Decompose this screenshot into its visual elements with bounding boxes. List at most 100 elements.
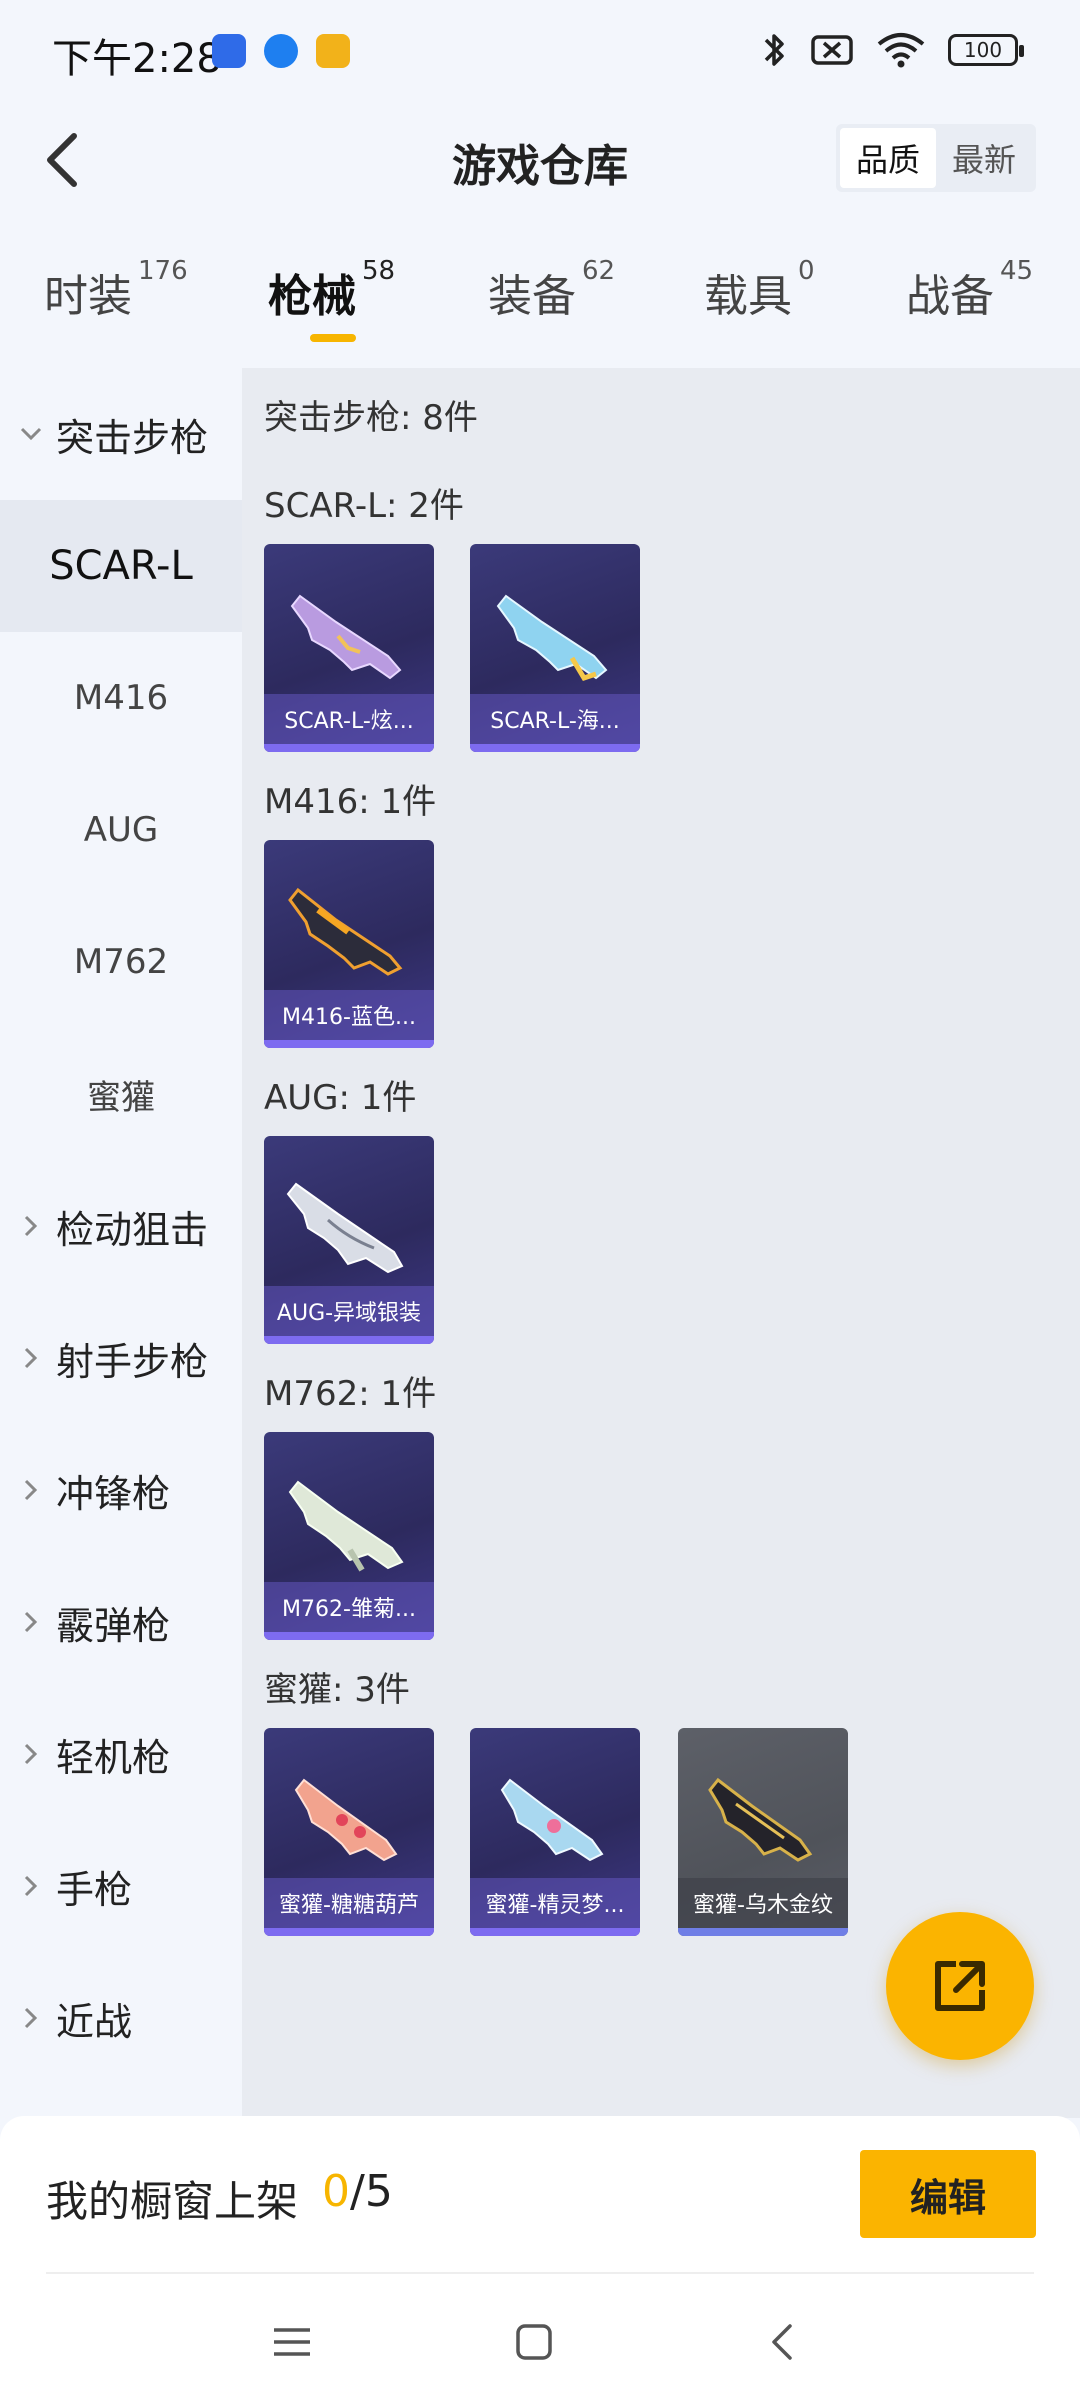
sidebar-category-smg[interactable]: 冲锋枪 <box>0 1424 242 1556</box>
baidu-app-icon <box>212 34 246 68</box>
browser-app-icon <box>264 34 298 68</box>
rarity-strip <box>470 744 640 752</box>
chevron-right-icon <box>20 2007 42 2029</box>
rarity-strip <box>264 1928 434 1936</box>
tab-count: 0 <box>798 256 815 286</box>
group-title: 蜜獾: 3件 <box>264 1670 410 1710</box>
chevron-right-icon <box>20 1215 42 1237</box>
rifle-skin-icon <box>288 1480 404 1572</box>
chevron-right-icon <box>20 1743 42 1765</box>
group-title: AUG: 1件 <box>264 1078 417 1118</box>
showcase-separator: / <box>350 2166 365 2217</box>
sidebar-category-label: 近战 <box>56 1999 133 2044</box>
item-label-bar: AUG-异域银装 <box>264 1286 434 1336</box>
nav-home-button[interactable] <box>504 2312 564 2372</box>
item-label: M416-蓝色... <box>282 1005 416 1030</box>
header: 游戏仓库 品质 最新 <box>0 100 1080 220</box>
sidebar-category-label: 轻机枪 <box>56 1735 171 1780</box>
share-button[interactable] <box>886 1912 1034 2060</box>
tab-label: 时装 <box>44 271 132 322</box>
tab-label: 枪械 <box>268 271 356 322</box>
rarity-strip <box>264 1336 434 1344</box>
item-grid-panel: 突击步枪: 8件 SCAR-L: 2件 SCAR-L-炫... SCAR-L-海… <box>242 368 1080 2118</box>
status-time: 下午2:28 <box>52 36 222 82</box>
tab-count: 58 <box>362 256 396 286</box>
sidebar-category-label: 冲锋枪 <box>56 1471 171 1516</box>
item-label-bar: 蜜獾-精灵梦... <box>470 1878 640 1928</box>
item-label: SCAR-L-炫... <box>284 709 414 734</box>
item-label-bar: M416-蓝色... <box>264 990 434 1040</box>
nav-back-button[interactable] <box>752 2312 812 2372</box>
item-card[interactable]: SCAR-L-炫... <box>264 544 434 752</box>
item-card[interactable]: 蜜獾-糖糖葫芦 <box>264 1728 434 1936</box>
sidebar-category-label: 手枪 <box>56 1867 133 1912</box>
group-title: M416: 1件 <box>264 782 437 822</box>
tab-count: 45 <box>1000 256 1034 286</box>
divider <box>46 2272 1034 2274</box>
item-label: AUG-异域银装 <box>276 1301 422 1326</box>
sidebar-category-melee[interactable]: 近战 <box>0 1952 242 2084</box>
rarity-strip <box>264 744 434 752</box>
item-card[interactable]: M416-蓝色... <box>264 840 434 1048</box>
system-nav-bar <box>0 2272 1080 2400</box>
game-app-icon <box>316 34 350 68</box>
nav-menu-button[interactable] <box>262 2312 322 2372</box>
item-card[interactable]: M762-雏菊... <box>264 1432 434 1640</box>
share-external-icon <box>935 1961 985 2011</box>
item-label: 蜜獾-精灵梦... <box>485 1893 625 1918</box>
tab-firearms[interactable]: 枪械 58 <box>268 256 395 324</box>
edit-button[interactable]: 编辑 <box>860 2150 1036 2238</box>
sidebar-item-honey-badger[interactable]: 蜜獾 <box>0 1028 242 1160</box>
active-tab-indicator <box>310 334 356 342</box>
rifle-skin-icon <box>286 1182 404 1274</box>
sidebar: 突击步枪 SCAR-L M416 AUG M762 蜜獾 检动狙击 射手步枪 冲… <box>0 368 242 2118</box>
item-label: 蜜獾-糖糖葫芦 <box>279 1893 419 1918</box>
sidebar-category-pistol[interactable]: 手枪 <box>0 1820 242 1952</box>
item-label: M762-雏菊... <box>282 1597 416 1622</box>
rarity-strip <box>470 1928 640 1936</box>
battery-icon: 100 <box>948 34 1024 66</box>
sidebar-item-m762[interactable]: M762 <box>0 896 242 1028</box>
item-card[interactable]: 蜜獾-精灵梦... <box>470 1728 640 1936</box>
rifle-skin-icon <box>288 887 403 976</box>
home-square-icon <box>516 2324 552 2360</box>
tab-count: 176 <box>138 256 188 286</box>
item-card[interactable]: SCAR-L-海... <box>470 544 640 752</box>
chevron-right-icon <box>20 1347 42 1369</box>
group-title: M762: 1件 <box>264 1374 437 1414</box>
group-title: SCAR-L: 2件 <box>264 486 464 526</box>
item-label: 蜜獾-乌木金纹 <box>693 1893 833 1918</box>
sort-option-quality[interactable]: 品质 <box>840 128 936 188</box>
sidebar-item-aug[interactable]: AUG <box>0 764 242 896</box>
showcase-max: 5 <box>364 2166 393 2217</box>
bluetooth-icon <box>764 34 784 66</box>
rarity-strip <box>264 1040 434 1048</box>
sidebar-category-assault-rifle[interactable]: 突击步枪 <box>0 368 242 500</box>
sidebar-item-m416[interactable]: M416 <box>0 632 242 764</box>
item-label-bar: M762-雏菊... <box>264 1582 434 1632</box>
sidebar-item-scar-l[interactable]: SCAR-L <box>0 500 242 632</box>
sidebar-category-label: 检动狙击 <box>56 1207 209 1252</box>
sidebar-category-lmg[interactable]: 轻机枪 <box>0 1688 242 1820</box>
tab-vehicles[interactable]: 载具 0 <box>704 256 815 324</box>
sidebar-category-marksman-rifle[interactable]: 射手步枪 <box>0 1292 242 1424</box>
item-label-bar: SCAR-L-海... <box>470 694 640 744</box>
chevron-right-icon <box>20 1479 42 1501</box>
sort-option-newest[interactable]: 最新 <box>936 128 1032 188</box>
tab-fashion[interactable]: 时装 176 <box>44 256 188 324</box>
status-bar: 下午2:28 100 <box>0 0 1080 100</box>
sidebar-category-shotgun[interactable]: 霰弹枪 <box>0 1556 242 1688</box>
chevron-left-icon <box>772 2324 792 2360</box>
chevron-down-icon <box>20 423 42 445</box>
tab-label: 战备 <box>906 271 994 322</box>
item-card[interactable]: 蜜獾-乌木金纹 <box>678 1728 848 1936</box>
tab-label: 载具 <box>704 271 792 322</box>
tab-combat-gear[interactable]: 战备 45 <box>906 256 1033 324</box>
item-card[interactable]: AUG-异域银装 <box>264 1136 434 1344</box>
showcase-count: 0/5 <box>322 2166 393 2217</box>
tab-count: 62 <box>582 256 616 286</box>
tab-equipment[interactable]: 装备 62 <box>488 256 615 324</box>
sidebar-category-label: 霰弹枪 <box>56 1603 171 1648</box>
status-app-icons <box>212 34 350 68</box>
sidebar-category-bolt-sniper[interactable]: 检动狙击 <box>0 1160 242 1292</box>
